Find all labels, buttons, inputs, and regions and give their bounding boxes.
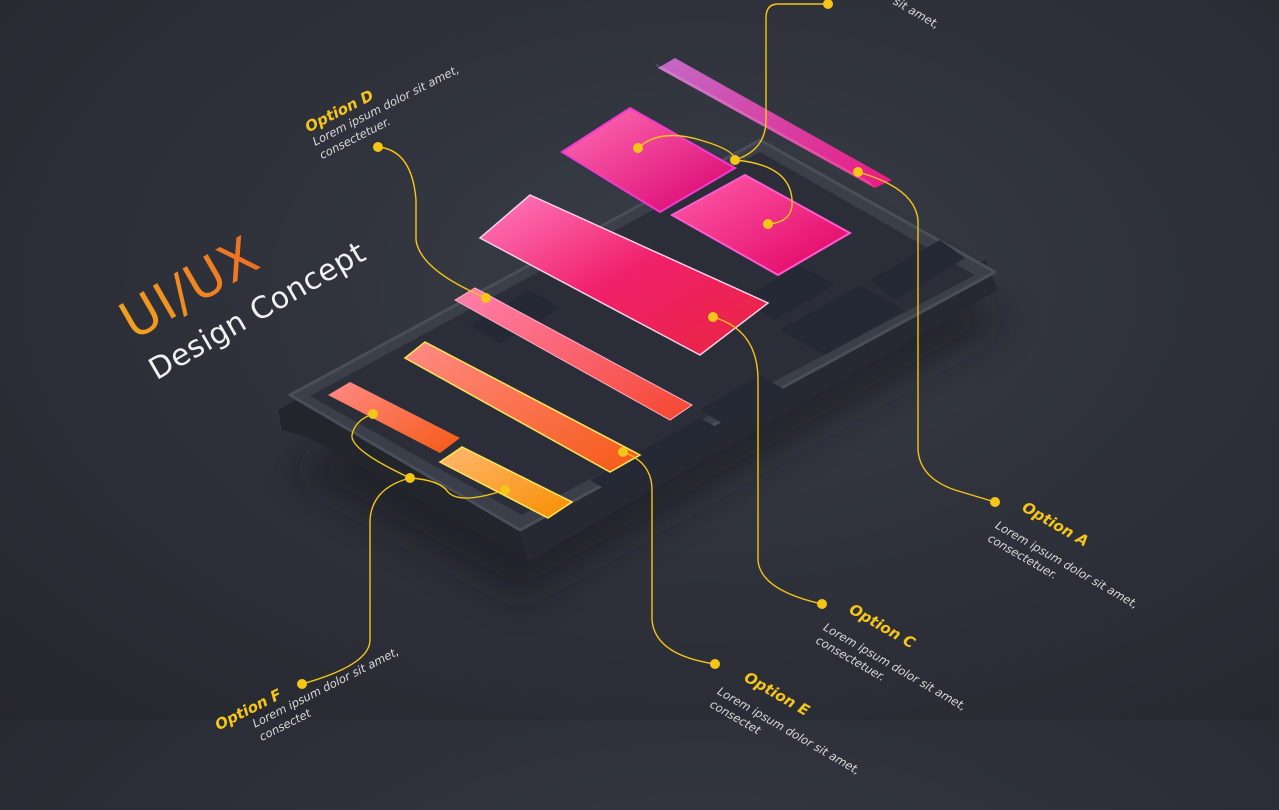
connector-dot — [817, 599, 827, 609]
connector-dot — [823, 0, 833, 9]
connector-dot — [708, 312, 718, 322]
connector-dot — [710, 659, 720, 669]
connector-dot — [853, 167, 863, 177]
connector-dot — [990, 497, 1000, 507]
connector-dot — [405, 473, 415, 483]
connector-dot — [481, 293, 491, 303]
connector-dot — [633, 143, 643, 153]
connector-dot — [730, 155, 740, 165]
connector-dot — [297, 679, 307, 689]
connector-dot — [368, 409, 378, 419]
connector-dot — [373, 142, 383, 152]
connector-dot — [763, 219, 773, 229]
connector-dot — [618, 447, 628, 457]
connector-dot — [500, 485, 510, 495]
